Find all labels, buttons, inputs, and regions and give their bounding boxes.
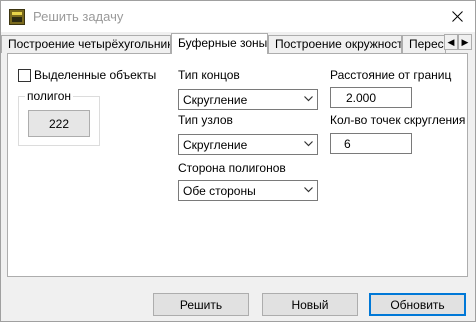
tab-buffer-zones[interactable]: Буферные зоны [171,33,268,54]
refresh-button-label: Обновить [390,297,445,312]
node-type-value: Скругление [183,138,248,152]
chevron-down-icon [304,96,313,102]
close-button[interactable] [439,1,475,32]
tab-scroll-right-button[interactable]: ▶ [458,34,472,50]
app-icon [9,9,25,25]
tab-circle[interactable]: Построение окружности [268,35,402,53]
tab-quadrilateral[interactable]: Построение четырёхугольника [1,35,171,53]
tab-label: Построение четырёхугольника [8,37,171,51]
checkbox-label: Выделенные объекты [34,68,157,82]
tab-strip: Построение четырёхугольника Буферные зон… [1,33,475,54]
node-type-select[interactable]: Скругление [178,134,318,155]
polygon-groupbox: полигон 222 [18,89,100,146]
polygon-side-label: Сторона полигонов [178,161,286,175]
end-type-label: Тип концов [178,68,240,82]
chevron-left-icon: ◀ [447,36,455,47]
dialog-window: Решить задачу Построение четырёхугольник… [0,0,476,322]
groupbox-legend: полигон [25,89,74,103]
node-type-label: Тип узлов [178,113,233,127]
title-bar: Решить задачу [1,1,475,32]
tab-label: Буферные зоны [178,36,268,50]
rounding-points-input[interactable]: 6 [330,133,412,154]
close-icon [451,11,463,22]
tab-label: Построение окружности [275,37,402,51]
distance-value: 2.000 [346,91,377,105]
end-type-select[interactable]: Скругление [178,89,318,110]
polygon-button-label: 222 [48,116,70,131]
chevron-down-icon [304,141,313,147]
tab-scroll-left-button[interactable]: ◀ [444,34,458,50]
polygon-side-value: Обе стороны [183,184,256,198]
polygon-side-select[interactable]: Обе стороны [178,180,318,201]
tab-label: Перес [409,37,444,51]
chevron-down-icon [304,187,313,193]
rounding-points-label: Кол-во точек скругления [330,113,466,127]
new-button[interactable]: Новый [262,293,358,316]
rounding-points-value: 6 [344,137,351,151]
chevron-right-icon: ▶ [461,36,469,47]
polygon-button[interactable]: 222 [28,110,90,137]
tab-intersection[interactable]: Перес [402,35,446,53]
distance-label: Расстояние от границ [330,68,452,82]
checkbox-box[interactable] [18,68,31,82]
window-title: Решить задачу [33,9,124,24]
selected-objects-checkbox[interactable]: Выделенные объекты [18,68,156,82]
end-type-value: Скругление [183,93,248,107]
refresh-button[interactable]: Обновить [369,293,466,316]
tab-panel-buffer-zones: Выделенные объекты полигон 222 Тип концо… [7,53,468,277]
new-button-label: Новый [291,297,329,312]
solve-button-label: Решить [179,297,223,312]
solve-button[interactable]: Решить [153,293,249,316]
distance-input[interactable]: 2.000 [330,87,412,108]
